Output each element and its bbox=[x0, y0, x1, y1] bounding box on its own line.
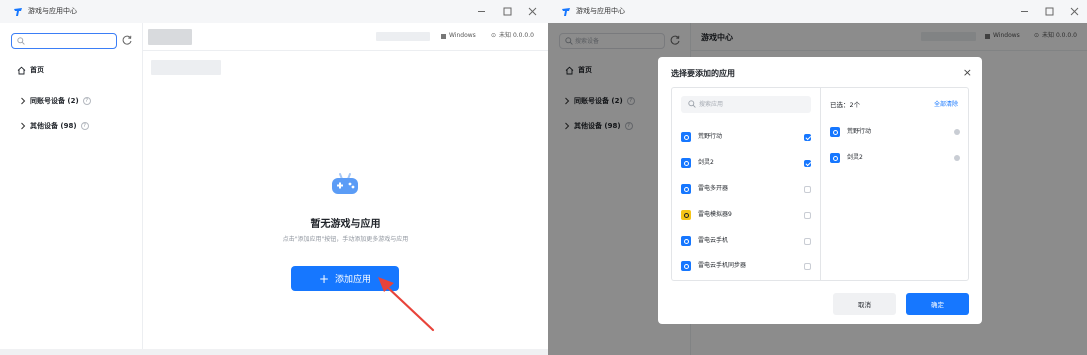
home-icon bbox=[17, 66, 26, 74]
gamepad-icon bbox=[332, 173, 358, 194]
app-icon bbox=[681, 158, 691, 168]
dialog-title: 选择要添加的应用 bbox=[671, 69, 735, 78]
add-app-dialog: 选择要添加的应用 × 搜索应用 荒野行动 剑灵2 雷电多开器 雷电模拟器9 雷电… bbox=[658, 57, 982, 324]
add-app-label: 添加应用 bbox=[335, 275, 372, 285]
clear-all-link[interactable]: 全部清除 bbox=[934, 101, 958, 109]
sidebar: 首页 同账号设备 (2) ? 其他设备 (98) ? bbox=[0, 23, 143, 355]
sidebar-item-same-account[interactable]: 同账号设备 (2) ? bbox=[20, 96, 91, 106]
help-icon[interactable]: ? bbox=[80, 122, 89, 130]
maximize-icon[interactable] bbox=[1042, 4, 1056, 18]
checkbox[interactable] bbox=[804, 211, 811, 219]
sidebar-item-home[interactable]: 首页 bbox=[17, 65, 44, 75]
checkbox[interactable] bbox=[804, 159, 811, 167]
checkbox[interactable] bbox=[804, 185, 811, 193]
chevron-right-icon bbox=[21, 97, 26, 105]
blurred-section-title bbox=[151, 60, 221, 75]
location-pin-icon: ⊙ bbox=[491, 32, 497, 39]
app-icon bbox=[681, 132, 691, 142]
app-name: 剑灵2 bbox=[698, 159, 714, 166]
pointer-arrow-annotation bbox=[378, 277, 435, 332]
minimize-icon[interactable] bbox=[1017, 4, 1031, 18]
app-name: 荒野行动 bbox=[698, 133, 723, 140]
app-name: 雷电云手机同步器 bbox=[698, 262, 747, 269]
app-list-pane: 搜索应用 荒野行动 剑灵2 雷电多开器 雷电模拟器9 雷电云手机 雷电云手机同步… bbox=[671, 87, 821, 281]
remove-icon[interactable] bbox=[954, 129, 960, 135]
cancel-button[interactable]: 取消 bbox=[833, 293, 896, 315]
app-name: 荒野行动 bbox=[847, 128, 872, 135]
title-bar[interactable]: 游戏与应用中心 bbox=[0, 0, 548, 23]
close-icon[interactable] bbox=[525, 4, 539, 18]
refresh-icon[interactable] bbox=[121, 34, 133, 46]
app-icon bbox=[830, 127, 840, 137]
checkbox[interactable] bbox=[804, 237, 811, 245]
platform-info: Windows bbox=[441, 32, 476, 40]
app-title: 游戏与应用中心 bbox=[28, 7, 77, 15]
close-icon[interactable]: × bbox=[963, 67, 972, 78]
sidebar-item-label: 其他设备 (98) bbox=[30, 122, 77, 130]
list-item[interactable]: 雷电云手机 bbox=[681, 234, 811, 248]
app-title: 游戏与应用中心 bbox=[576, 7, 625, 15]
device-header: Windows ⊙ 未知 0.0.0.0 bbox=[143, 23, 548, 51]
search-icon bbox=[688, 100, 696, 108]
maximize-icon[interactable] bbox=[500, 4, 514, 18]
blurred-device-info bbox=[376, 32, 430, 41]
selected-item: 荒野行动 bbox=[830, 126, 960, 138]
device-search-input[interactable] bbox=[11, 33, 117, 49]
selected-pane: 已选：2个 全部清除 荒野行动 剑灵2 bbox=[820, 87, 969, 281]
list-item[interactable]: 荒野行动 bbox=[681, 130, 811, 144]
minimize-icon[interactable] bbox=[474, 4, 488, 18]
ldplayer-icon bbox=[681, 210, 691, 220]
empty-state-title: 暂无游戏与应用 bbox=[310, 219, 381, 230]
list-item[interactable]: 雷电多开器 bbox=[681, 182, 811, 196]
plus-icon: + bbox=[318, 271, 330, 286]
app-logo-icon bbox=[562, 8, 570, 16]
windows-icon bbox=[441, 33, 446, 39]
app-name: 雷电模拟器9 bbox=[698, 211, 732, 218]
location-version-label: 未知 0.0.0.0 bbox=[499, 32, 534, 39]
app-icon bbox=[681, 261, 691, 271]
checkbox[interactable] bbox=[804, 262, 811, 270]
app-name: 剑灵2 bbox=[847, 154, 863, 161]
help-icon[interactable]: ? bbox=[82, 97, 91, 105]
app-window-dialog: 游戏与应用中心 搜索设备 首页 同账号设备 (2) ? 其他设备 (98) ? … bbox=[548, 0, 1087, 355]
app-logo-icon bbox=[14, 8, 22, 16]
title-bar[interactable]: 游戏与应用中心 bbox=[548, 0, 1087, 23]
remove-icon[interactable] bbox=[954, 155, 960, 161]
list-item[interactable]: 雷电云手机同步器 bbox=[681, 259, 811, 273]
selected-item: 剑灵2 bbox=[830, 152, 960, 164]
platform-label: Windows bbox=[449, 32, 476, 39]
close-icon[interactable] bbox=[1067, 4, 1081, 18]
app-name: 雷电多开器 bbox=[698, 185, 729, 192]
search-icon bbox=[17, 37, 25, 45]
bottom-strip bbox=[0, 349, 548, 355]
search-placeholder: 搜索应用 bbox=[699, 101, 724, 108]
app-icon bbox=[681, 184, 691, 194]
sidebar-item-label: 首页 bbox=[30, 66, 44, 74]
confirm-button[interactable]: 确定 bbox=[906, 293, 969, 315]
app-name: 雷电云手机 bbox=[698, 237, 729, 244]
location-info: ⊙ 未知 0.0.0.0 bbox=[491, 32, 534, 40]
chevron-right-icon bbox=[21, 122, 26, 130]
empty-state-subtitle: 点击"添加应用"按钮，手动添加更多游戏与应用 bbox=[282, 236, 409, 243]
app-window-empty: 游戏与应用中心 首页 同账号设备 (2) ? 其他设备 (98) ? Windo… bbox=[0, 0, 548, 355]
sidebar-item-label: 同账号设备 (2) bbox=[30, 97, 79, 105]
blurred-device-name bbox=[148, 29, 192, 45]
selected-count: 已选：2个 bbox=[830, 101, 861, 109]
list-item[interactable]: 剑灵2 bbox=[681, 156, 811, 170]
app-search-input[interactable]: 搜索应用 bbox=[681, 96, 811, 113]
app-icon bbox=[830, 153, 840, 163]
app-icon bbox=[681, 236, 691, 246]
checkbox[interactable] bbox=[804, 133, 811, 141]
list-item[interactable]: 雷电模拟器9 bbox=[681, 208, 811, 222]
sidebar-item-other-devices[interactable]: 其他设备 (98) ? bbox=[20, 121, 89, 131]
